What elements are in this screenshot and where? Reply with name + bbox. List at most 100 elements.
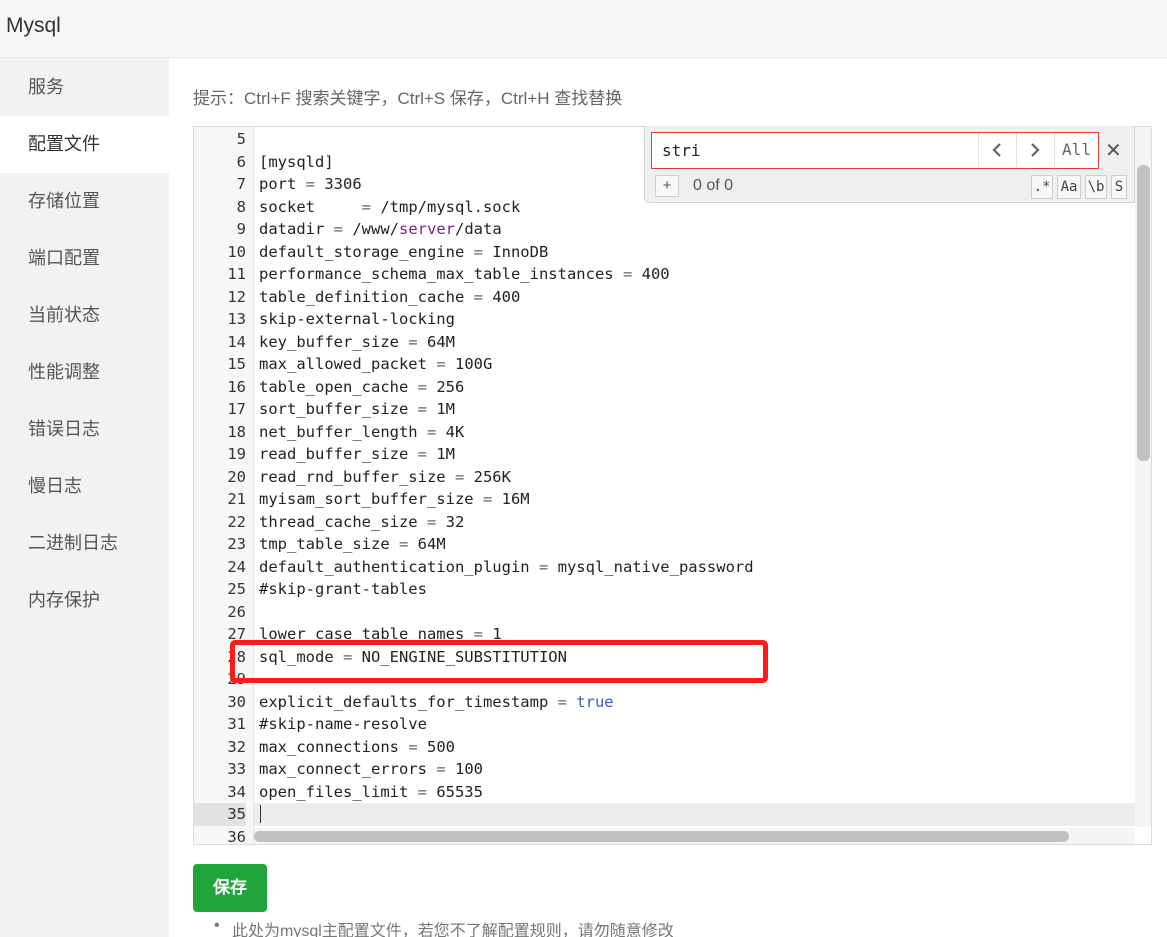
sidebar-item-config-file[interactable]: 配置文件	[0, 116, 169, 173]
code-token: net_buffer_length	[259, 422, 418, 441]
code-token: =	[548, 692, 577, 711]
code-token: default_storage_engine	[259, 242, 465, 261]
code-line-text: max_allowed_packet = 100G	[254, 355, 492, 373]
code-token: /www/	[352, 220, 399, 238]
sidebar-item-slow-log[interactable]: 慢日志	[0, 458, 169, 515]
sidebar-item-error-log[interactable]: 错误日志	[0, 401, 169, 458]
sidebar-item-binary-log[interactable]: 二进制日志	[0, 515, 169, 572]
code-token: max_connections	[259, 737, 399, 756]
code-token: =	[529, 557, 558, 576]
config-note: • 此处为mysql主配置文件，若您不了解配置规则，请勿随意修改	[214, 917, 674, 937]
code-line[interactable]	[254, 601, 1151, 624]
code-line[interactable]: performance_schema_max_table_instances =…	[254, 263, 1151, 286]
code-token: 64M	[417, 535, 446, 553]
code-line[interactable]: tmp_table_size = 64M	[254, 533, 1151, 556]
line-number: 16	[227, 377, 246, 396]
line-number: 18	[227, 422, 246, 441]
code-token: =	[473, 490, 502, 508]
code-token: thread_cache_size	[259, 512, 418, 531]
search-in-selection-toggle[interactable]: S	[1111, 175, 1127, 199]
horizontal-scroll-thumb[interactable]	[254, 831, 1069, 842]
sidebar-item-current-status[interactable]: 当前状态	[0, 287, 169, 344]
code-token: =	[389, 535, 418, 553]
select-all-matches-button[interactable]: All	[1054, 133, 1098, 167]
config-note-text: 此处为mysql主配置文件，若您不了解配置规则，请勿随意修改	[232, 923, 674, 937]
code-line[interactable]: table_definition_cache = 400	[254, 286, 1151, 309]
code-area[interactable]: [mysqld] port = 3306 socket = /tmp/mysql.s…	[254, 127, 1151, 844]
code-line[interactable]: max_connect_errors = 100	[254, 758, 1151, 781]
code-line-text: max_connections = 500	[254, 738, 455, 756]
window-title: Mysql	[6, 14, 61, 37]
code-line-text: read_buffer_size = 1M	[254, 445, 455, 463]
code-token: socket	[259, 197, 353, 216]
line-number: 35	[194, 803, 246, 826]
code-token: =	[417, 422, 446, 441]
code-line[interactable]: open_files_limit = 65535	[254, 781, 1151, 804]
code-line-text: #skip-grant-tables	[254, 580, 427, 598]
code-line[interactable]: max_allowed_packet = 100G	[254, 353, 1151, 376]
code-token: =	[408, 445, 437, 463]
code-line[interactable]: max_connections = 500	[254, 736, 1151, 759]
line-number: 22	[227, 512, 246, 531]
code-token: 100	[454, 760, 483, 778]
code-token: /tmp/mysql.sock	[380, 197, 521, 216]
line-number: 17	[227, 400, 246, 418]
sidebar: 服务 配置文件 存储位置 端口配置 当前状态 性能调整 错误日志 慢日志 二进制…	[0, 58, 169, 937]
prev-match-button[interactable]	[978, 133, 1014, 167]
save-button[interactable]: 保存	[193, 864, 267, 912]
code-line-text: sort_buffer_size = 1M	[254, 400, 455, 418]
code-line[interactable]: read_rnd_buffer_size = 256K	[254, 466, 1151, 489]
code-line-text: default_storage_engine = InnoDB	[254, 243, 548, 261]
sidebar-item-port-config[interactable]: 端口配置	[0, 230, 169, 287]
code-line-text: explicit_defaults_for_timestamp = true	[254, 693, 614, 711]
code-line[interactable]: sort_buffer_size = 1M	[254, 398, 1151, 421]
code-line[interactable]: #skip-grant-tables	[254, 578, 1151, 601]
code-line[interactable]: explicit_defaults_for_timestamp = true	[254, 691, 1151, 714]
code-line-text: table_open_cache = 256	[254, 378, 464, 396]
code-line[interactable]: thread_cache_size = 32	[254, 511, 1151, 534]
line-number: 23	[227, 535, 246, 553]
code-line[interactable]: skip-external-locking	[254, 308, 1151, 331]
code-line[interactable]: default_authentication_plugin = mysql_na…	[254, 556, 1151, 579]
code-line-text: thread_cache_size = 32	[254, 513, 464, 531]
code-token: 1M	[436, 400, 455, 418]
line-number: 34	[227, 782, 246, 801]
code-line[interactable]: table_open_cache = 256	[254, 376, 1151, 399]
next-match-button[interactable]	[1016, 133, 1052, 167]
highlight-annotation	[230, 640, 768, 683]
code-line[interactable]: datadir = /www/server/data	[254, 218, 1151, 241]
code-token: =	[296, 175, 325, 193]
code-line[interactable]: net_buffer_length = 4K	[254, 421, 1151, 444]
close-icon: ✕	[1105, 140, 1122, 162]
code-line-active[interactable]	[254, 803, 1151, 826]
close-search-button[interactable]: ✕	[1105, 138, 1122, 163]
code-line-text: tmp_table_size = 64M	[254, 535, 446, 553]
sidebar-item-performance[interactable]: 性能调整	[0, 344, 169, 401]
horizontal-scrollbar[interactable]	[254, 828, 1135, 844]
code-line[interactable]: key_buffer_size = 64M	[254, 331, 1151, 354]
code-line[interactable]: myisam_sort_buffer_size = 16M	[254, 488, 1151, 511]
code-line[interactable]: read_buffer_size = 1M	[254, 443, 1151, 466]
vertical-scrollbar[interactable]	[1135, 127, 1151, 827]
sidebar-item-service[interactable]: 服务	[0, 59, 169, 116]
code-token: [mysqld]	[259, 152, 334, 171]
search-input[interactable]	[652, 133, 978, 167]
vertical-scroll-thumb[interactable]	[1137, 165, 1150, 461]
code-token: 4K	[445, 422, 465, 441]
case-sensitive-toggle[interactable]: Aa	[1057, 175, 1081, 199]
line-number: 10	[227, 242, 246, 261]
whole-word-toggle[interactable]: \b	[1085, 175, 1107, 199]
code-editor[interactable]: 5 6 7 8 9 10 11 12 13 14 15 16 17 18 19 20 21 22 23 24 25 26 2…	[193, 126, 1152, 845]
sidebar-item-storage-location[interactable]: 存储位置	[0, 173, 169, 230]
code-token: =	[426, 760, 455, 778]
code-line[interactable]: default_storage_engine = InnoDB	[254, 241, 1151, 264]
code-line-text: table_definition_cache = 400	[254, 288, 520, 306]
code-token: max_connect_errors	[259, 760, 427, 778]
sidebar-item-memory-protect[interactable]: 内存保护	[0, 572, 169, 629]
code-token: 16M	[501, 490, 530, 508]
code-token: 65535	[436, 782, 483, 801]
regex-toggle[interactable]: .*	[1031, 175, 1053, 199]
code-line-text: open_files_limit = 65535	[254, 783, 483, 801]
code-line[interactable]: #skip-name-resolve	[254, 713, 1151, 736]
toggle-replace-button[interactable]: +	[655, 175, 679, 197]
